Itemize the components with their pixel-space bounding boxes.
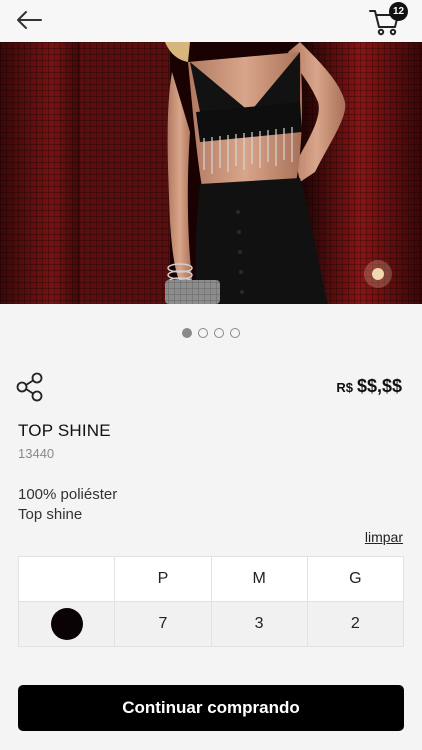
product-photo xyxy=(0,42,422,304)
share-icon xyxy=(16,372,43,402)
arrow-left-icon xyxy=(17,11,42,29)
quantity-cell-g[interactable]: 2 xyxy=(306,601,405,647)
image-pagination xyxy=(0,328,422,338)
product-image[interactable] xyxy=(0,42,422,304)
product-description-line: Top shine xyxy=(18,506,83,523)
quantity-cell-p[interactable]: 7 xyxy=(114,601,212,647)
cart-button[interactable]: 12 xyxy=(368,2,408,37)
color-swatch[interactable] xyxy=(50,608,83,640)
quantity-cell-m[interactable]: 3 xyxy=(210,601,308,647)
size-grid-corner xyxy=(17,556,116,602)
pagination-dot[interactable] xyxy=(230,328,240,338)
clear-selection-link[interactable]: limpar xyxy=(365,529,403,545)
back-button[interactable] xyxy=(12,6,46,34)
pagination-dot[interactable] xyxy=(214,328,224,338)
price-value: $$,$$ xyxy=(356,376,402,396)
size-header-p: P xyxy=(114,556,212,602)
price-currency: R$ xyxy=(336,380,353,395)
product-description-line: 100% poliéster xyxy=(18,486,118,503)
product-sku: 13440 xyxy=(18,446,55,461)
size-header-g: G xyxy=(306,556,405,602)
pagination-dot[interactable] xyxy=(182,328,192,338)
pagination-dot[interactable] xyxy=(198,328,208,338)
product-price: R$ $$,$$ xyxy=(336,376,402,397)
cart-count-badge: 12 xyxy=(389,2,408,21)
share-button[interactable] xyxy=(16,372,44,402)
product-title: TOP SHINE xyxy=(18,421,111,440)
color-cell[interactable] xyxy=(17,601,116,647)
size-grid: P M G 7 3 2 xyxy=(17,556,405,647)
top-bar: 12 xyxy=(0,0,422,42)
continue-shopping-button[interactable]: Continuar comprando xyxy=(18,685,404,731)
size-header-m: M xyxy=(210,556,308,602)
